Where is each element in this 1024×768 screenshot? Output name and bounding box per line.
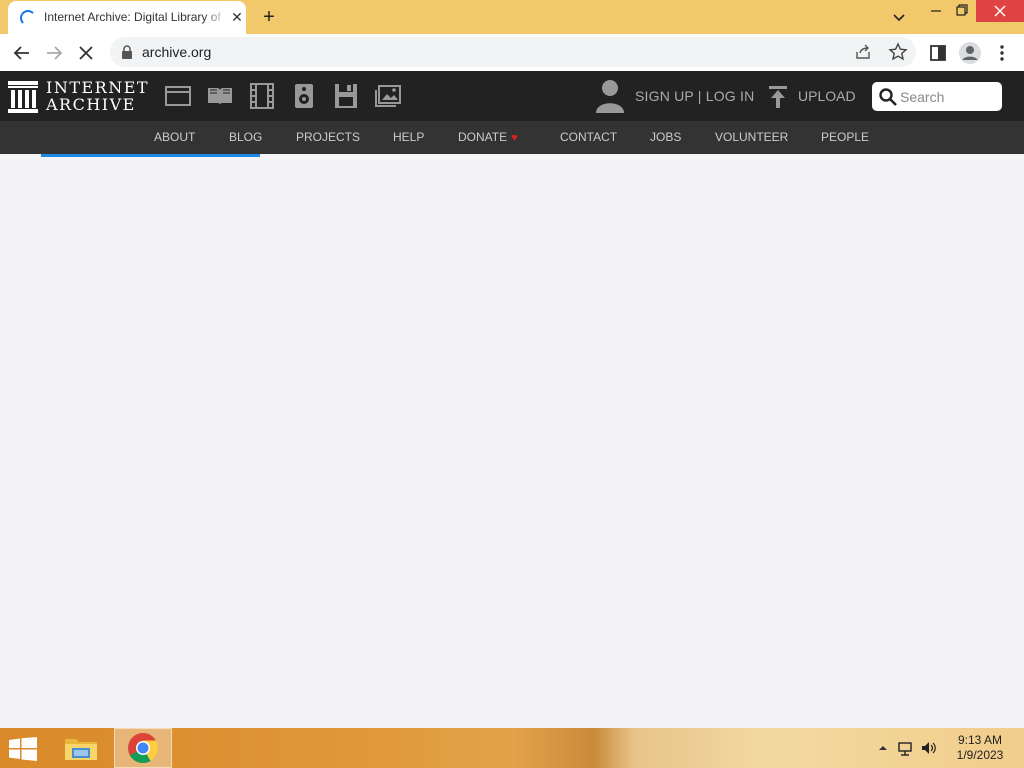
ia-search-box[interactable]: Search bbox=[872, 82, 1002, 111]
chrome-icon bbox=[128, 733, 158, 764]
audio-icon[interactable] bbox=[290, 83, 318, 109]
ia-top-nav: INTERNET ARCHIVE SIGN UP | LOG IN UPLOAD… bbox=[0, 71, 1024, 121]
tab-close-button[interactable]: ✕ bbox=[229, 9, 245, 25]
nav-people[interactable]: PEOPLE bbox=[821, 130, 869, 144]
archive-temple-icon bbox=[8, 81, 38, 113]
nav-contact[interactable]: CONTACT bbox=[560, 130, 617, 144]
page-content-area bbox=[0, 157, 1024, 728]
restore-icon bbox=[956, 4, 968, 16]
folder-icon bbox=[65, 739, 97, 760]
window-close-button[interactable] bbox=[976, 0, 1024, 22]
side-panel-button[interactable] bbox=[926, 41, 950, 65]
nav-volunteer[interactable]: VOLUNTEER bbox=[715, 130, 788, 144]
nav-about[interactable]: ABOUT bbox=[154, 130, 195, 144]
profile-button[interactable] bbox=[958, 41, 982, 65]
side-panel-icon bbox=[930, 45, 946, 61]
more-vertical-icon bbox=[1000, 45, 1004, 61]
chevron-down-icon bbox=[893, 14, 905, 22]
stop-loading-button[interactable] bbox=[74, 41, 98, 65]
tab-title: Internet Archive: Digital Library of Fre… bbox=[44, 10, 226, 24]
browser-tabstrip: Internet Archive: Digital Library of Fre… bbox=[0, 0, 1024, 34]
stop-icon bbox=[79, 46, 93, 60]
web-icon[interactable] bbox=[164, 83, 192, 109]
share-icon[interactable] bbox=[854, 43, 872, 61]
show-hidden-icons-icon[interactable] bbox=[874, 740, 892, 756]
images-icon[interactable] bbox=[374, 83, 402, 109]
nav-help[interactable]: HELP bbox=[393, 130, 424, 144]
windows-start-icon[interactable] bbox=[9, 737, 37, 761]
url-text: archive.org bbox=[142, 44, 212, 60]
video-icon[interactable] bbox=[248, 83, 276, 109]
nav-blog[interactable]: BLOG bbox=[229, 130, 262, 144]
arrow-right-icon bbox=[47, 46, 63, 60]
forward-button[interactable] bbox=[42, 41, 66, 65]
taskbar-file-explorer[interactable] bbox=[52, 728, 110, 768]
clock-time: 9:13 AM bbox=[957, 733, 1003, 747]
tab-search-button[interactable] bbox=[888, 6, 910, 28]
window-restore-button[interactable] bbox=[946, 0, 978, 22]
taskbar-clock[interactable]: 9:13 AM 1/9/2023 bbox=[948, 733, 1012, 763]
signup-login-link[interactable]: SIGN UP | LOG IN bbox=[635, 88, 754, 104]
logo-text-line2: ARCHIVE bbox=[46, 95, 136, 114]
taskbar-chrome[interactable] bbox=[114, 728, 172, 768]
nav-donate-label: DONATE bbox=[458, 130, 508, 144]
browser-tab-active[interactable]: Internet Archive: Digital Library of Fre… bbox=[8, 1, 246, 34]
browser-menu-button[interactable] bbox=[990, 41, 1014, 65]
upload-link[interactable]: UPLOAD bbox=[798, 88, 856, 104]
texts-icon[interactable] bbox=[206, 83, 234, 109]
bookmark-star-icon[interactable] bbox=[888, 42, 908, 62]
search-icon bbox=[879, 88, 897, 106]
upload-icon[interactable] bbox=[766, 85, 790, 109]
profile-icon bbox=[959, 42, 981, 64]
clock-date: 1/9/2023 bbox=[956, 748, 1004, 762]
new-tab-button[interactable]: + bbox=[258, 6, 280, 28]
windows-taskbar: 9:13 AM 1/9/2023 bbox=[0, 728, 1024, 768]
network-icon[interactable] bbox=[897, 740, 915, 756]
ia-sub-nav: ABOUT BLOG PROJECTS HELP DONATE ♥ CONTACT… bbox=[0, 121, 1024, 154]
nav-donate[interactable]: DONATE ♥ bbox=[458, 130, 518, 144]
volume-icon[interactable] bbox=[920, 740, 938, 756]
arrow-left-icon bbox=[13, 46, 29, 60]
search-placeholder: Search bbox=[900, 89, 945, 105]
user-icon[interactable] bbox=[595, 79, 625, 113]
browser-toolbar: archive.org bbox=[0, 34, 1024, 71]
ia-logo[interactable]: INTERNET ARCHIVE bbox=[8, 79, 148, 115]
heart-icon: ♥ bbox=[511, 132, 518, 144]
lock-icon bbox=[122, 45, 132, 59]
loading-spinner-icon bbox=[20, 10, 36, 26]
nav-jobs[interactable]: JOBS bbox=[650, 130, 681, 144]
address-bar[interactable]: archive.org bbox=[110, 37, 916, 67]
close-icon bbox=[994, 5, 1006, 17]
nav-projects[interactable]: PROJECTS bbox=[296, 130, 360, 144]
back-button[interactable] bbox=[10, 41, 34, 65]
software-icon[interactable] bbox=[332, 83, 360, 109]
